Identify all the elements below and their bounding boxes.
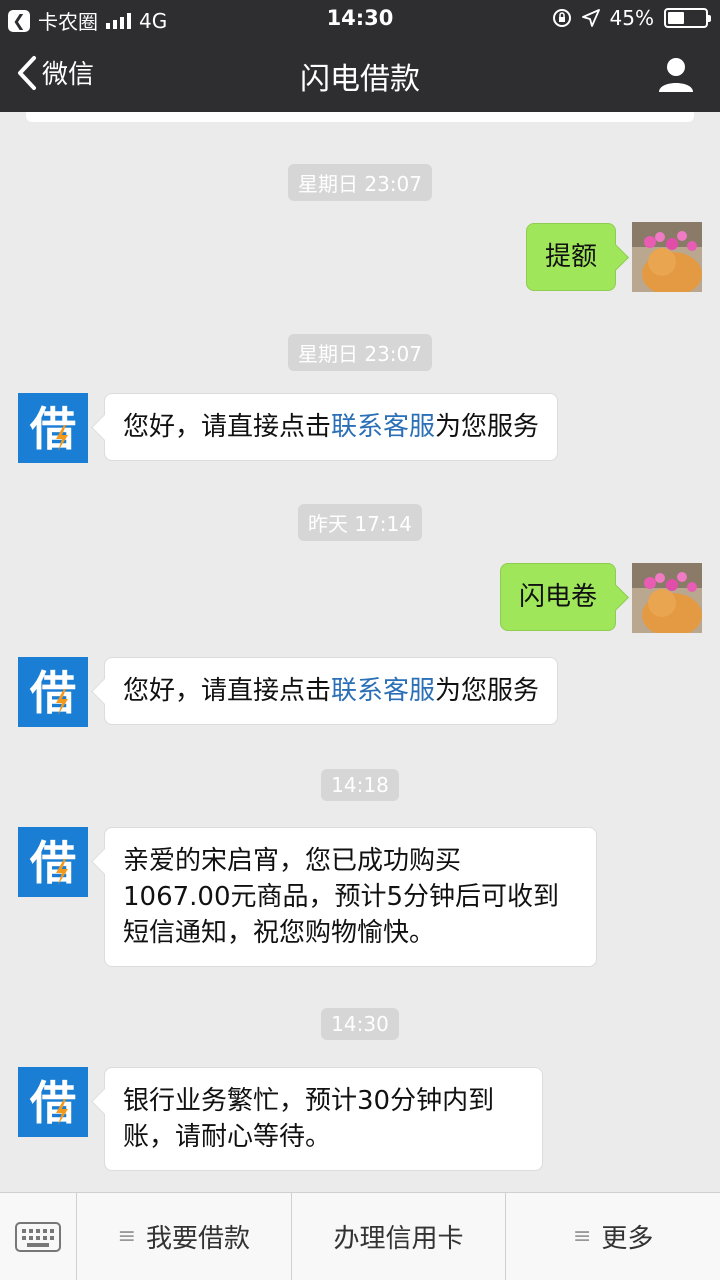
loan-logo-icon: 借 [29,1076,76,1130]
status-bar: ❮ 卡农圈 4G 14:30 45% [0,0,720,36]
menu-borrow-label: 我要借款 [146,1224,251,1254]
user-avatar[interactable] [632,222,702,292]
keyboard-toggle-button[interactable] [0,1193,77,1280]
menu-borrow[interactable]: ≡ 我要借款 [77,1193,292,1280]
nav-bar: 微信 闪电借款 [0,36,720,112]
message-text: 您好，请直接点击 [123,412,332,442]
loan-logo-icon: 借 [29,402,76,456]
official-avatar[interactable]: 借 [18,657,88,727]
message-text: 为您服务 [435,412,540,442]
incoming-message: 银行业务繁忙，预计30分钟内到 账，请耐心等待。 [104,1067,543,1171]
logo-char: 借 [29,402,76,456]
menu-credit-card[interactable]: 办理信用卡 [292,1193,507,1280]
cat-avatar-icon [632,222,702,292]
logo-char: 借 [29,1076,76,1130]
message-line: 账，请耐心等待。 [123,1122,332,1152]
logo-char: 借 [29,666,76,720]
location-icon [581,9,600,27]
rotation-lock-icon [552,9,571,27]
profile-icon[interactable] [656,54,696,94]
incoming-message: 亲爱的宋启宵，您已成功购买 1067.00元商品，预计5分钟后可收到 短信通知，… [104,827,597,967]
keyboard-icon [15,1221,61,1252]
incoming-message: 您好，请直接点击联系客服为您服务 [104,657,559,725]
outgoing-message[interactable]: 提额 [525,223,616,291]
timestamp: 星期日 23:07 [0,334,720,371]
bottom-menu: ≡ 我要借款 办理信用卡 ≡ 更多 [0,1192,720,1280]
message-line: 亲爱的宋启宵，您已成功购买 [123,846,462,876]
message-text: 您好，请直接点击 [123,676,332,706]
timestamp: 昨天 17:14 [0,504,720,541]
loan-logo-icon: 借 [29,666,76,720]
loan-logo-icon: 借 [29,836,76,890]
menu-credit-card-label: 办理信用卡 [333,1224,464,1254]
message-line: 银行业务繁忙，预计30分钟内到 [123,1086,495,1116]
submenu-icon: ≡ [572,1224,592,1249]
timestamp: 星期日 23:07 [0,164,720,201]
message-text: 为您服务 [435,676,540,706]
outgoing-message[interactable]: 闪电卷 [499,563,616,631]
cat-avatar-icon [632,563,702,633]
menu-more-label: 更多 [601,1224,654,1254]
logo-char: 借 [29,836,76,890]
menu-more[interactable]: ≡ 更多 [506,1193,720,1280]
top-card-edge [26,112,694,122]
battery-icon [664,8,711,28]
official-avatar[interactable]: 借 [18,1067,88,1137]
message-line: 1067.00元商品，预计5分钟后可收到 [123,882,560,912]
contact-service-link[interactable]: 联系客服 [331,412,435,442]
timestamp: 14:30 [0,1008,720,1040]
battery-fill [668,12,685,24]
page-title: 闪电借款 [300,62,420,97]
incoming-message: 您好，请直接点击联系客服为您服务 [104,393,559,461]
user-avatar[interactable] [632,563,702,633]
chat-area[interactable]: 星期日 23:07 提额 星期日 23:07 借 您好，请直接点击联系客服为您服… [0,112,720,1192]
message-line: 短信通知，祝您购物愉快。 [123,918,436,948]
status-right: 45% [552,6,711,30]
official-avatar[interactable]: 借 [18,827,88,897]
official-avatar[interactable]: 借 [18,393,88,463]
timestamp: 14:18 [0,769,720,801]
contact-service-link[interactable]: 联系客服 [331,676,435,706]
battery-percent: 45% [609,6,654,30]
submenu-icon: ≡ [117,1224,137,1249]
